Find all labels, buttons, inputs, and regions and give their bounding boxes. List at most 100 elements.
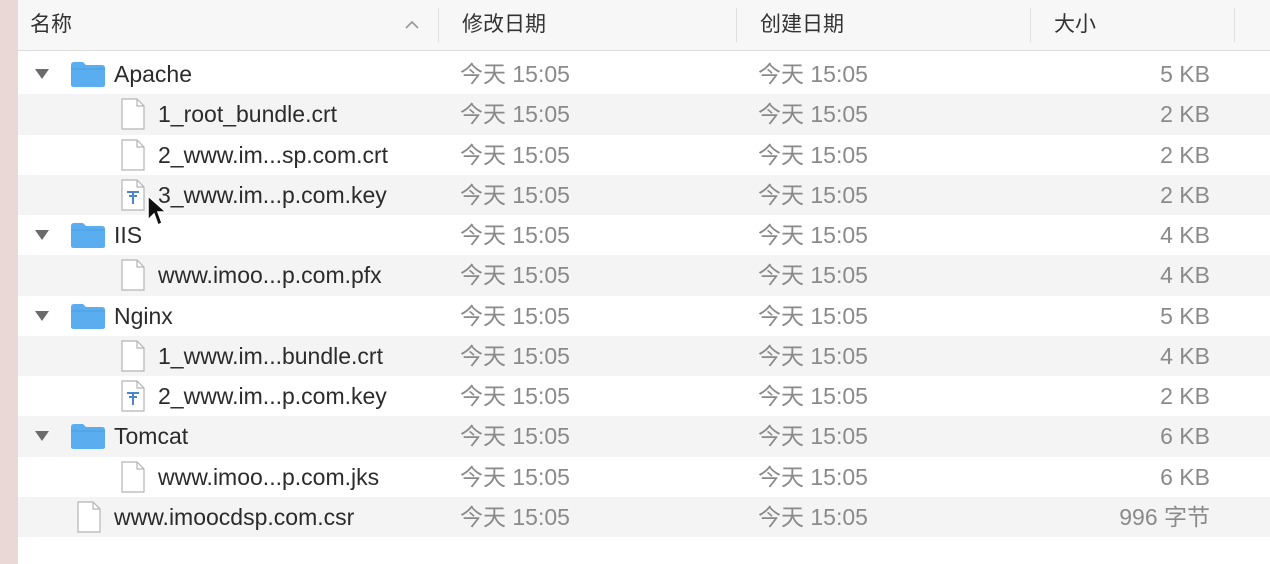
folder-row[interactable]: Nginx 今天 15:05 今天 15:05 5 KB (18, 296, 1270, 336)
file-size: 5 KB (1160, 302, 1210, 329)
folder-row[interactable]: Apache 今天 15:05 今天 15:05 5 KB (18, 54, 1270, 94)
file-row[interactable]: 2_www.im...p.com.key 今天 15:05 今天 15:05 2 KB (18, 376, 1270, 416)
folder-icon (71, 303, 105, 329)
file-name: 2_www.im...sp.com.crt (158, 141, 389, 168)
created-date: 今天 15:05 (758, 141, 868, 168)
disclosure-triangle-icon[interactable] (34, 228, 50, 242)
modified-date: 今天 15:05 (460, 181, 570, 208)
folder-icon (71, 62, 105, 87)
file-row[interactable]: 3_www.im...p.com.key 今天 15:05 今天 15:05 2 KB (18, 174, 1270, 215)
column-separator[interactable] (438, 8, 439, 42)
folder-row[interactable]: Tomcat 今天 15:05 今天 15:05 6 KB (18, 416, 1270, 457)
modified-date: 今天 15:05 (460, 141, 570, 168)
name-cell: www.imoo...p.com.jks (18, 457, 438, 497)
file-size: 2 KB (1160, 101, 1210, 128)
sort-ascending-icon[interactable] (403, 16, 421, 34)
modified-date: 今天 15:05 (460, 61, 570, 87)
column-header-size[interactable]: 大小 (1054, 0, 1096, 50)
file-size: 5 KB (1160, 61, 1210, 87)
text-file-icon (121, 380, 145, 412)
modified-date: 今天 15:05 (460, 503, 570, 530)
document-icon (121, 98, 145, 130)
document-icon (77, 501, 101, 533)
file-size: 6 KB (1160, 463, 1210, 490)
created-date: 今天 15:05 (758, 181, 868, 208)
folder-name: IIS (114, 222, 143, 248)
disclosure-triangle-icon[interactable] (34, 309, 50, 323)
folder-name: Nginx (114, 302, 173, 329)
file-size: 6 KB (1160, 423, 1210, 450)
created-date: 今天 15:05 (758, 423, 868, 450)
file-size: 4 KB (1160, 342, 1210, 369)
modified-date: 今天 15:05 (460, 262, 570, 289)
created-date: 今天 15:05 (758, 101, 868, 128)
name-cell: 2_www.im...p.com.key (18, 376, 438, 416)
document-icon (121, 138, 145, 171)
modified-date: 今天 15:05 (460, 342, 570, 369)
file-name: 2_www.im...p.com.key (158, 383, 387, 409)
file-size: 4 KB (1160, 262, 1210, 289)
column-header-modified[interactable]: 修改日期 (462, 0, 546, 50)
document-icon (121, 460, 145, 493)
file-row[interactable]: www.imoo...p.com.jks 今天 15:05 今天 15:05 6 KB (18, 457, 1270, 497)
finder-list-view: 名称 修改日期 创建日期 大小 Apache 今天 15:05 今天 15:05 5 … (18, 0, 1270, 564)
modified-date: 今天 15:05 (460, 383, 570, 409)
created-date: 今天 15:05 (758, 342, 868, 369)
folder-row[interactable]: IIS 今天 15:05 今天 15:05 4 KB (18, 215, 1270, 255)
name-cell: 3_www.im...p.com.key (18, 175, 438, 215)
document-icon (121, 259, 145, 291)
column-separator[interactable] (1234, 8, 1235, 42)
folder-name: Apache (114, 61, 193, 87)
document-icon (121, 340, 145, 372)
file-row[interactable]: 1_www.im...bundle.crt 今天 15:05 今天 15:05 4 K… (18, 335, 1270, 376)
column-header-name[interactable]: 名称 (30, 0, 72, 50)
file-size: 2 KB (1160, 141, 1210, 168)
name-cell: www.imoocdsp.com.csr (18, 497, 438, 537)
file-name: 1_root_bundle.crt (158, 101, 338, 128)
modified-date: 今天 15:05 (460, 222, 570, 248)
name-cell: Tomcat (18, 416, 438, 456)
created-date: 今天 15:05 (758, 302, 868, 329)
modified-date: 今天 15:05 (460, 463, 570, 490)
created-date: 今天 15:05 (758, 222, 868, 248)
name-cell: Apache (18, 54, 438, 94)
name-cell: 1_root_bundle.crt (18, 94, 438, 134)
file-size: 2 KB (1160, 383, 1210, 409)
created-date: 今天 15:05 (758, 262, 868, 289)
file-size: 4 KB (1160, 222, 1210, 248)
file-name: www.imoocdsp.com.csr (114, 503, 355, 530)
created-date: 今天 15:05 (758, 503, 868, 530)
column-separator[interactable] (736, 8, 737, 42)
disclosure-triangle-icon[interactable] (34, 67, 50, 81)
name-cell: 2_www.im...sp.com.crt (18, 135, 438, 175)
file-size: 2 KB (1160, 181, 1210, 208)
folder-name: Tomcat (114, 423, 189, 450)
name-cell: IIS (18, 215, 438, 255)
file-row[interactable]: www.imoo...p.com.pfx 今天 15:05 今天 15:05 4 KB (18, 255, 1270, 296)
created-date: 今天 15:05 (758, 383, 868, 409)
text-file-icon (121, 179, 145, 211)
column-header-created[interactable]: 创建日期 (760, 0, 844, 50)
file-list: Apache 今天 15:05 今天 15:05 5 KB 1_root_bundle.… (18, 54, 1270, 537)
name-cell: www.imoo...p.com.pfx (18, 255, 438, 295)
file-name: www.imoo...p.com.pfx (158, 262, 382, 289)
name-cell: Nginx (18, 296, 438, 336)
file-size: 996 字节 (1119, 503, 1210, 530)
modified-date: 今天 15:05 (460, 302, 570, 329)
modified-date: 今天 15:05 (460, 423, 570, 450)
folder-icon (71, 223, 105, 248)
file-name: 3_www.im...p.com.key (158, 181, 387, 208)
folder-icon (71, 424, 105, 450)
name-cell: 1_www.im...bundle.crt (18, 336, 438, 376)
created-date: 今天 15:05 (758, 61, 868, 87)
modified-date: 今天 15:05 (460, 101, 570, 128)
file-name: 1_www.im...bundle.crt (158, 342, 383, 369)
file-row[interactable]: www.imoocdsp.com.csr 今天 15:05 今天 15:05 996 … (18, 496, 1270, 537)
created-date: 今天 15:05 (758, 463, 868, 490)
file-row[interactable]: 1_root_bundle.crt 今天 15:05 今天 15:05 2 KB (18, 94, 1270, 135)
column-separator[interactable] (1030, 8, 1031, 42)
file-row[interactable]: 2_www.im...sp.com.crt 今天 15:05 今天 15:05 2 K… (18, 135, 1270, 175)
file-name: www.imoo...p.com.jks (158, 463, 380, 490)
column-header: 名称 修改日期 创建日期 大小 (18, 0, 1270, 51)
disclosure-triangle-icon[interactable] (34, 429, 50, 443)
